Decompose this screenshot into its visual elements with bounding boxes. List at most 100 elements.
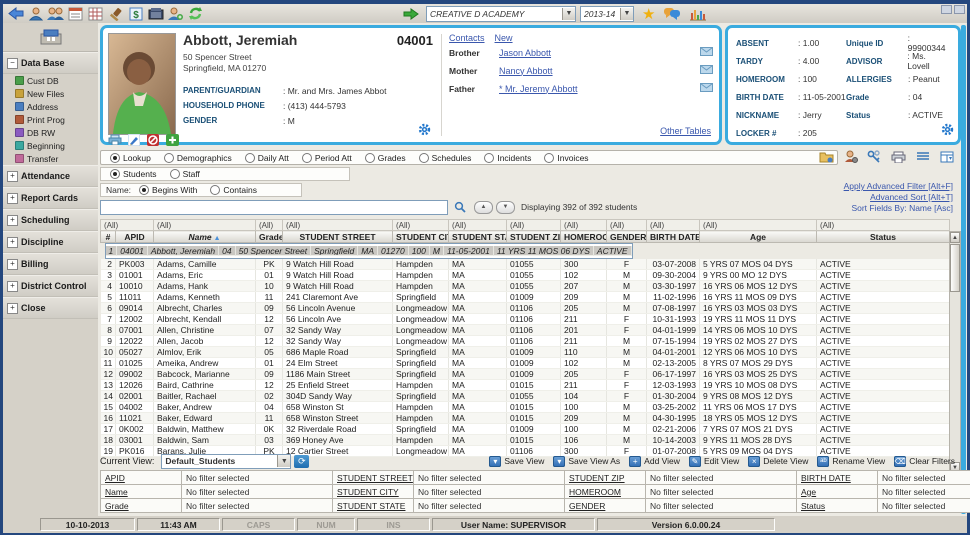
- mail-icon[interactable]: [700, 65, 713, 76]
- tab-period-att[interactable]: Period Att: [301, 152, 352, 163]
- add-view-button[interactable]: + Add View: [629, 455, 680, 467]
- table-row[interactable]: 1 04001 Abbott, Jeremiah 04 50 Spencer Stree…: [104, 243, 633, 259]
- sidebar-section-data-base[interactable]: − Data Base: [3, 52, 98, 74]
- search-input[interactable]: [100, 199, 448, 215]
- school-select[interactable]: CREATIVE D ACADEMY ▼: [426, 5, 576, 22]
- other-tables-link[interactable]: Other Tables: [660, 126, 711, 136]
- sidebar-section-attendance[interactable]: + Attendance: [3, 165, 98, 187]
- column-header-status[interactable]: Status: [816, 230, 950, 243]
- keys-icon[interactable]: [866, 149, 883, 164]
- scrollbar-thumb[interactable]: [950, 244, 960, 292]
- expand-icon[interactable]: +: [7, 214, 18, 226]
- table-row[interactable]: 8 07001 Allen, Christine 07 32 Sandy Way Long…: [100, 324, 950, 336]
- advanced-sort-link[interactable]: Advanced Sort [Alt+T]: [844, 192, 953, 203]
- table-row[interactable]: 14 02001 Baitler, Rachael 02 304D Sandy Way S…: [100, 390, 950, 402]
- expand-icon[interactable]: +: [7, 236, 18, 248]
- table-row[interactable]: 13 12026 Baird, Cathrine 12 25 Enfield Stree…: [100, 379, 950, 391]
- column-filter-gender[interactable]: (All): [606, 219, 647, 231]
- contacts-link[interactable]: Contacts: [449, 33, 485, 43]
- student-icon[interactable]: [27, 6, 44, 21]
- add-student-icon[interactable]: [167, 6, 184, 21]
- table-row[interactable]: 6 09014 Albrecht, Charles 09 56 Lincoln Aven…: [100, 302, 950, 314]
- column-filter-age[interactable]: (All): [699, 219, 817, 231]
- staff-icon[interactable]: [47, 6, 64, 21]
- filter-field-birth-date[interactable]: BIRTH DATE: [796, 470, 878, 485]
- column-filter-student-city[interactable]: (All): [392, 219, 449, 231]
- column-header-apid[interactable]: APID: [115, 230, 154, 243]
- year-select[interactable]: 2013-14 ▼: [580, 5, 634, 22]
- column-filter-status[interactable]: (All): [816, 219, 950, 231]
- table-row[interactable]: 18 03001 Baldwin, Sam 03 369 Honey Ave Hampde…: [100, 434, 950, 446]
- column-filter-apid[interactable]: (All): [100, 219, 154, 231]
- column-header-homeroom[interactable]: HOMEROOM: [560, 230, 607, 243]
- mode-tab-staff[interactable]: Staff: [169, 169, 200, 179]
- column-header-student-zip[interactable]: STUDENT ZIP: [506, 230, 561, 243]
- favorites-star-icon[interactable]: ★: [642, 5, 655, 23]
- filter-field-homeroom[interactable]: HOMEROOM: [564, 484, 646, 499]
- column-header-birth-date[interactable]: BIRTH DATE: [646, 230, 700, 243]
- table-row[interactable]: 7 12002 Albrecht, Kendall 12 56 Lincoln Ave L…: [100, 313, 950, 325]
- filter-field-status[interactable]: Status: [796, 498, 878, 513]
- printer-icon[interactable]: [890, 149, 907, 164]
- save-view-as-button[interactable]: ▾ Save View As: [553, 455, 620, 467]
- expand-icon[interactable]: +: [7, 302, 18, 314]
- column-filter-student-state[interactable]: (All): [448, 219, 507, 231]
- filter-field-gender[interactable]: GENDER: [564, 498, 646, 513]
- filter-field-student-state[interactable]: STUDENT STATE: [332, 498, 414, 513]
- column-header-student-state[interactable]: STUDENT STATE: [448, 230, 507, 243]
- billing-icon[interactable]: $: [127, 6, 144, 21]
- filter-field-student-city[interactable]: STUDENT CITY: [332, 484, 414, 499]
- tab-invoices[interactable]: Invoices: [544, 152, 589, 163]
- column-header-name[interactable]: Name ▲: [153, 230, 256, 243]
- tab-lookup[interactable]: Lookup: [106, 152, 151, 163]
- rename-view-button[interactable]: ab Rename View: [817, 455, 885, 467]
- scroll-up-button[interactable]: ▲: [474, 200, 493, 214]
- schedule-grid-icon[interactable]: [87, 6, 104, 21]
- expand-icon[interactable]: +: [7, 258, 18, 270]
- tab-demographics[interactable]: Demographics: [163, 152, 232, 163]
- sort-fields-by-link[interactable]: Sort Fields By: Name [Asc]: [844, 203, 953, 214]
- column-filter-grade[interactable]: (All): [255, 219, 283, 231]
- tab-incidents[interactable]: Incidents: [484, 152, 531, 163]
- filter-field-student-street[interactable]: STUDENT STREET: [332, 470, 414, 485]
- filter-field-apid[interactable]: APID: [100, 470, 182, 485]
- search-icon[interactable]: [451, 200, 468, 215]
- edit-view-button[interactable]: ✎ Edit View: [688, 455, 739, 467]
- chat-bubbles-icon[interactable]: [663, 6, 681, 21]
- window-buttons[interactable]: [941, 5, 965, 14]
- sync-icon[interactable]: [187, 6, 204, 21]
- name-option-begins-with[interactable]: Begins With: [135, 185, 197, 195]
- clear-filters-button[interactable]: ⌫ Clear Filters: [894, 455, 955, 467]
- contact-name-link[interactable]: Jason Abbott: [499, 48, 551, 58]
- column-filter-birth-date[interactable]: (All): [646, 219, 700, 231]
- sidebar-section-scheduling[interactable]: + Scheduling: [3, 209, 98, 231]
- filter-field-name[interactable]: Name: [100, 484, 182, 499]
- vertical-scrollbar[interactable]: ▲ ▼: [949, 231, 961, 474]
- column-header-gender[interactable]: GENDER: [606, 230, 647, 243]
- sidebar-item-beginning[interactable]: Beginning: [3, 139, 98, 152]
- tab-schedules[interactable]: Schedules: [418, 152, 471, 163]
- column-header-grade[interactable]: Grade: [255, 230, 283, 243]
- list-view-icon[interactable]: [914, 149, 931, 164]
- statistics-chart-icon[interactable]: [689, 6, 707, 21]
- column-header-student-street[interactable]: STUDENT STREET: [282, 230, 393, 243]
- sidebar-section-report-cards[interactable]: + Report Cards: [3, 187, 98, 209]
- mail-icon[interactable]: [700, 83, 713, 94]
- mail-icon[interactable]: [700, 47, 713, 58]
- filter-field-student-zip[interactable]: STUDENT ZIP: [564, 470, 646, 485]
- mode-tab-students[interactable]: Students: [106, 169, 157, 179]
- delete-view-button[interactable]: × Delete View: [748, 455, 808, 467]
- filter-field-age[interactable]: Age: [796, 484, 878, 499]
- add-icon[interactable]: [165, 133, 179, 146]
- column-header-student-city[interactable]: STUDENT CITY: [392, 230, 449, 243]
- sidebar-section-discipline[interactable]: + Discipline: [3, 231, 98, 253]
- gear-icon[interactable]: [418, 123, 431, 139]
- gear-icon[interactable]: [941, 123, 954, 139]
- discipline-gavel-icon[interactable]: [107, 6, 124, 21]
- sidebar-item-db-rw[interactable]: DB RW: [3, 126, 98, 139]
- new-contact-link[interactable]: New: [495, 33, 513, 43]
- sidebar-section-billing[interactable]: + Billing: [3, 253, 98, 275]
- sidebar-item-cust-db[interactable]: Cust DB: [3, 74, 98, 87]
- tab-grades[interactable]: Grades: [364, 152, 406, 163]
- report-card-icon[interactable]: [67, 6, 84, 21]
